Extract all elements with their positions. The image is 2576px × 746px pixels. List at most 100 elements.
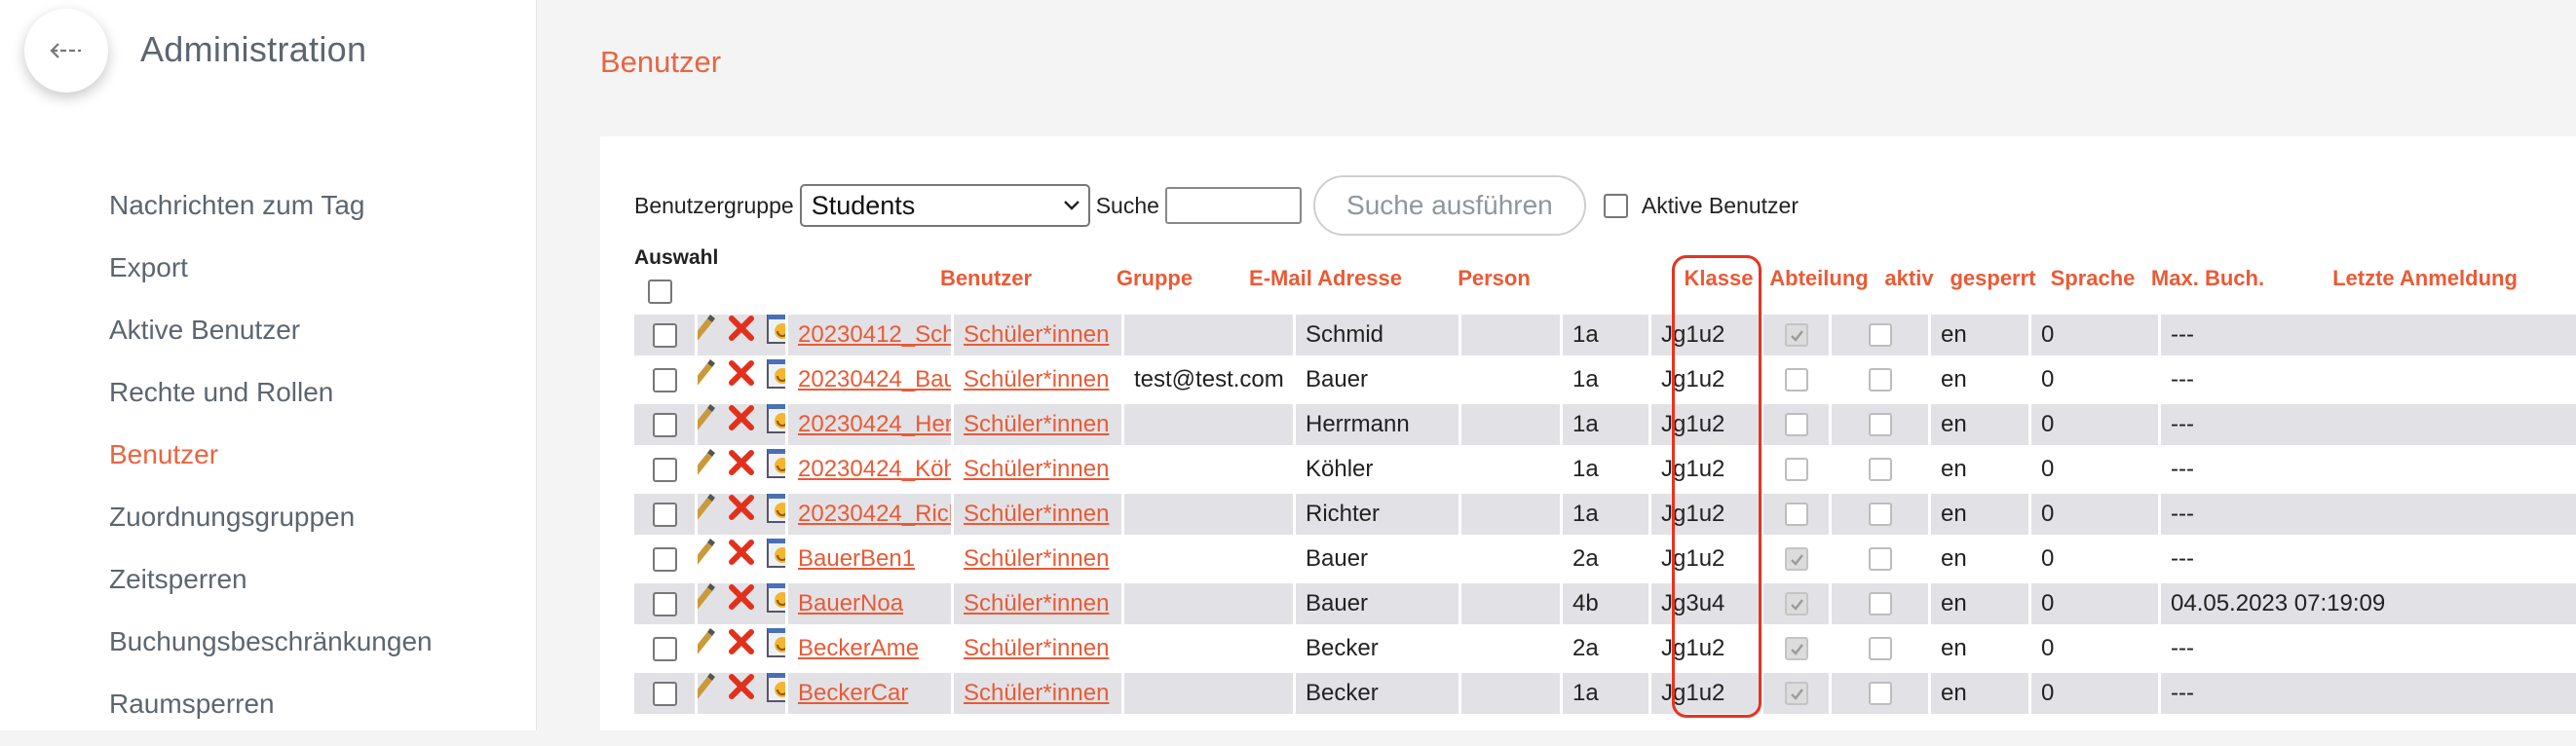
login-as-button[interactable] (766, 359, 785, 400)
benutzer-link[interactable]: 20230424_BauerEmi (798, 366, 951, 392)
login-as-button[interactable] (766, 673, 785, 714)
gesperrt-checkbox[interactable] (1868, 458, 1892, 481)
cell-klasse: 1a (1572, 366, 1599, 392)
aktiv-checkbox[interactable] (1784, 323, 1808, 347)
cell-abteilung: Jg1u2 (1651, 494, 1761, 535)
aktiv-checkbox[interactable] (1784, 368, 1808, 392)
gesperrt-checkbox[interactable] (1868, 592, 1892, 615)
gesperrt-checkbox[interactable] (1868, 368, 1892, 392)
benutzer-link[interactable]: BeckerAme (798, 635, 919, 661)
login-as-button[interactable] (766, 404, 785, 445)
search-input[interactable] (1164, 187, 1302, 224)
gruppe-link[interactable]: Schüler*innen (964, 635, 1109, 661)
active-users-checkbox[interactable] (1603, 193, 1628, 218)
aktiv-checkbox[interactable] (1784, 503, 1808, 526)
benutzer-link[interactable]: 20230412_SchmidAme (798, 321, 951, 348)
delete-button[interactable] (725, 315, 758, 355)
edit-button[interactable] (698, 583, 717, 624)
aktiv-checkbox[interactable] (1784, 547, 1808, 571)
select-all-checkbox[interactable] (647, 280, 672, 304)
row-select-checkbox[interactable] (652, 636, 677, 661)
sidebar-item-raumsperren[interactable]: Raumsperren (109, 684, 433, 746)
gruppe-link[interactable]: Schüler*innen (964, 321, 1109, 348)
row-select-checkbox[interactable] (652, 322, 677, 348)
group-select[interactable]: Students (799, 184, 1090, 227)
delete-button[interactable] (725, 583, 758, 624)
cell-email (1124, 628, 1293, 669)
pencil-icon (698, 315, 715, 341)
cell-gruppe: Schüler*innen (954, 539, 1121, 579)
sidebar-item-zeitsperren[interactable]: Zeitsperren (109, 559, 433, 621)
login-as-button[interactable] (766, 494, 785, 535)
gruppe-link[interactable]: Schüler*innen (964, 501, 1109, 527)
delete-button[interactable] (725, 449, 758, 490)
aktiv-checkbox[interactable] (1784, 413, 1808, 436)
edit-button[interactable] (698, 494, 717, 535)
row-select-checkbox[interactable] (652, 367, 677, 392)
delete-button[interactable] (725, 673, 758, 714)
sidebar-item-nachrichten-zum-tag[interactable]: Nachrichten zum Tag (109, 185, 433, 247)
edit-button[interactable] (698, 628, 717, 669)
edit-button[interactable] (698, 539, 717, 579)
row-select-checkbox[interactable] (652, 457, 677, 482)
gesperrt-checkbox[interactable] (1868, 682, 1892, 705)
login-as-button[interactable] (766, 583, 785, 624)
gruppe-link[interactable]: Schüler*innen (964, 545, 1109, 572)
gesperrt-checkbox[interactable] (1868, 637, 1892, 660)
gruppe-link[interactable]: Schüler*innen (964, 411, 1109, 437)
group-select-value: Students (811, 190, 916, 220)
benutzer-link[interactable]: BauerNoa (798, 590, 903, 616)
edit-button[interactable] (698, 404, 717, 445)
cell-person: Köhler (1306, 456, 1374, 482)
benutzer-link[interactable]: BauerBen1 (798, 545, 915, 572)
gruppe-link[interactable]: Schüler*innen (964, 456, 1109, 482)
row-select-checkbox[interactable] (652, 681, 677, 706)
gruppe-link[interactable]: Schüler*innen (964, 590, 1109, 616)
row-select-checkbox[interactable] (652, 591, 677, 616)
delete-button[interactable] (725, 494, 758, 535)
login-as-button[interactable] (766, 539, 785, 579)
cell-letzte-anmeldung: --- (2161, 673, 2576, 714)
edit-button[interactable] (698, 315, 717, 355)
sidebar-item-benutzer[interactable]: Benutzer (109, 434, 433, 497)
gesperrt-checkbox[interactable] (1868, 547, 1892, 571)
search-button[interactable]: Suche ausführen (1312, 175, 1586, 236)
sidebar-item-export[interactable]: Export (109, 247, 433, 310)
cell-letzte-anmeldung: --- (2161, 315, 2576, 355)
sidebar-item-rechte-und-rollen[interactable]: Rechte und Rollen (109, 372, 433, 434)
delete-button[interactable] (725, 539, 758, 579)
cell-sprache: en (1941, 545, 1967, 572)
cell-select (634, 404, 695, 445)
gruppe-link[interactable]: Schüler*innen (964, 680, 1109, 706)
sidebar-item-zuordnungsgruppen[interactable]: Zuordnungsgruppen (109, 497, 433, 559)
benutzer-link[interactable]: 20230424_RichteEmi (798, 501, 951, 527)
aktiv-checkbox[interactable] (1784, 592, 1808, 615)
delete-button[interactable] (725, 359, 758, 400)
benutzer-link[interactable]: 20230424_HerrmaJul (798, 411, 951, 437)
back-button[interactable] (24, 9, 108, 93)
row-select-checkbox[interactable] (652, 502, 677, 527)
delete-x-icon (729, 674, 754, 699)
aktiv-checkbox[interactable] (1784, 637, 1808, 660)
row-select-checkbox[interactable] (652, 412, 677, 437)
gesperrt-checkbox[interactable] (1868, 413, 1892, 436)
gesperrt-checkbox[interactable] (1868, 323, 1892, 347)
login-as-button[interactable] (766, 628, 785, 669)
sidebar-item-buchungsbeschränkungen[interactable]: Buchungsbeschränkungen (109, 621, 433, 684)
gesperrt-checkbox[interactable] (1868, 503, 1892, 526)
delete-button[interactable] (725, 404, 758, 445)
impersonate-icon (767, 673, 785, 702)
row-select-checkbox[interactable] (652, 546, 677, 572)
edit-button[interactable] (698, 359, 717, 400)
benutzer-link[interactable]: BeckerCar (798, 680, 908, 706)
login-as-button[interactable] (766, 315, 785, 355)
sidebar-item-aktive-benutzer[interactable]: Aktive Benutzer (109, 310, 433, 372)
edit-button[interactable] (698, 449, 717, 490)
aktiv-checkbox[interactable] (1784, 458, 1808, 481)
aktiv-checkbox[interactable] (1784, 682, 1808, 705)
edit-button[interactable] (698, 673, 717, 714)
benutzer-link[interactable]: 20230424_KöhlerJul (798, 456, 951, 482)
delete-button[interactable] (725, 628, 758, 669)
login-as-button[interactable] (766, 449, 785, 490)
gruppe-link[interactable]: Schüler*innen (964, 366, 1109, 392)
